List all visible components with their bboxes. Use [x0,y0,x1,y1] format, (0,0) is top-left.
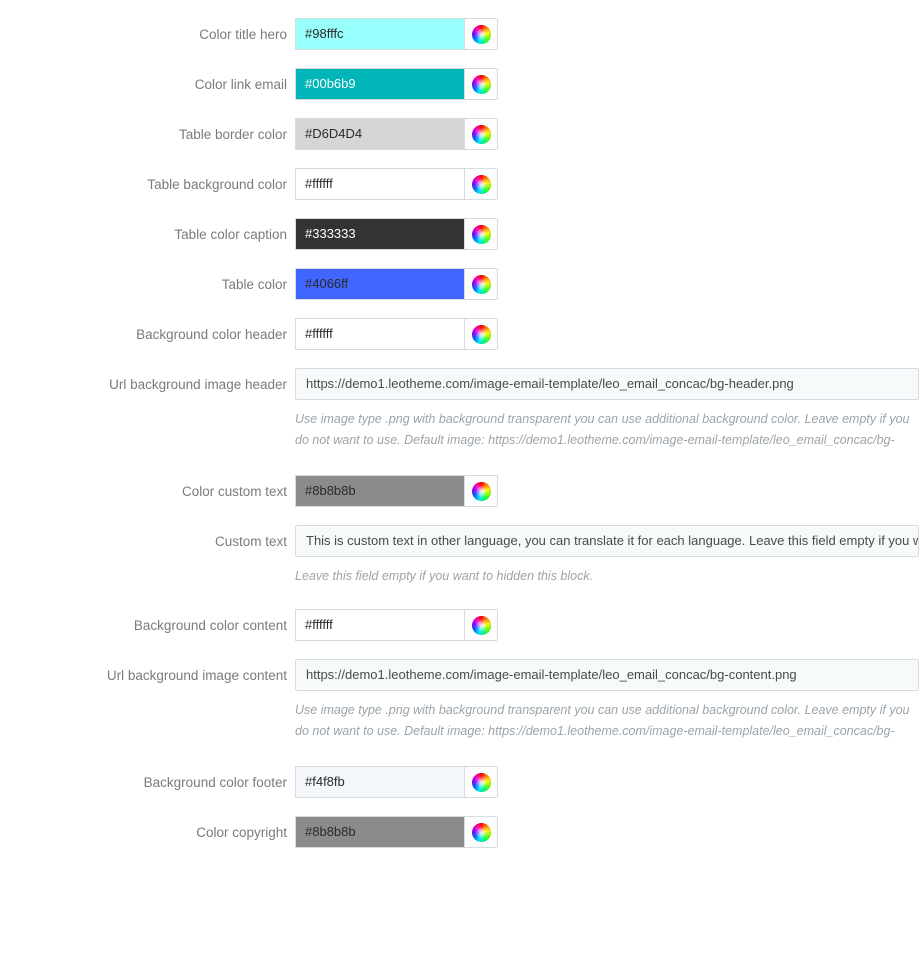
field-label: Custom text [214,534,287,549]
field-label: Color custom text [181,484,287,499]
field-container: #f4f8fb [295,766,924,798]
color-picker-button[interactable] [464,766,498,798]
color-value-input[interactable]: #98fffc [295,18,464,50]
field-label: Table color [221,277,287,292]
form-row: Custom text This is custom text in other … [0,525,924,587]
field-container: #ffffff [295,609,924,641]
field-container: #ffffff [295,168,924,200]
color-picker-button[interactable] [464,118,498,150]
field-label: Table border color [178,127,287,142]
form-row: Color link email #00b6b9 [0,68,924,100]
color-picker-button[interactable] [464,816,498,848]
color-wheel-icon [471,74,491,94]
form-row: Color copyright #8b8b8b [0,816,924,848]
color-value-input[interactable]: #8b8b8b [295,816,464,848]
color-wheel-icon [471,174,491,194]
form-row: Table color #4066ff [0,268,924,300]
color-input-group: #4066ff [295,268,498,300]
color-value-input[interactable]: #333333 [295,218,464,250]
field-label: Background color footer [143,775,287,790]
field-help-text: Leave this field empty if you want to hi… [295,569,594,583]
field-label: Color copyright [196,825,287,840]
field-container: #D6D4D4 [295,118,924,150]
form-row: Color custom text #8b8b8b [0,475,924,507]
color-value-input[interactable]: #ffffff [295,168,464,200]
field-container: #98fffc [295,18,924,50]
field-container: https://demo1.leotheme.com/image-email-t… [295,368,924,453]
text-input[interactable]: https://demo1.leotheme.com/image-email-t… [295,659,919,691]
color-wheel-icon [471,224,491,244]
color-picker-button[interactable] [464,475,498,507]
color-value-input[interactable]: #8b8b8b [295,475,464,507]
color-picker-button[interactable] [464,318,498,350]
form-row: Table color caption #333333 [0,218,924,250]
field-label: Background color content [133,618,287,633]
color-input-group: #ffffff [295,609,498,641]
form-row: Table border color #D6D4D4 [0,118,924,150]
color-wheel-icon [471,822,491,842]
field-label: Table color caption [174,227,287,242]
color-input-group: #D6D4D4 [295,118,498,150]
field-container: #4066ff [295,268,924,300]
field-help-text: Use image type .png with background tran… [295,703,910,738]
field-label: Color title hero [199,27,287,42]
form-row: Background color header #ffffff [0,318,924,350]
color-input-group: #f4f8fb [295,766,498,798]
color-input-group: #ffffff [295,318,498,350]
color-picker-button[interactable] [464,609,498,641]
color-value-input[interactable]: #f4f8fb [295,766,464,798]
form-row: Background color footer #f4f8fb [0,766,924,798]
color-wheel-icon [471,615,491,635]
field-label: Url background image header [109,377,287,392]
field-label: Color link email [194,77,287,92]
color-input-group: #ffffff [295,168,498,200]
form-row: Table background color #ffffff [0,168,924,200]
field-container: #8b8b8b [295,475,924,507]
field-label: Url background image content [106,668,287,683]
form-row: Color title hero #98fffc [0,18,924,50]
field-container: https://demo1.leotheme.com/image-email-t… [295,659,924,744]
field-container: #00b6b9 [295,68,924,100]
field-label: Table background color [147,177,287,192]
field-container: #333333 [295,218,924,250]
color-input-group: #333333 [295,218,498,250]
form-row: Url background image header https://demo1… [0,368,924,453]
color-value-input[interactable]: #ffffff [295,609,464,641]
color-picker-button[interactable] [464,218,498,250]
email-template-settings-form: Color title hero #98fffc Color link email #… [0,0,924,848]
color-picker-button[interactable] [464,168,498,200]
color-input-group: #98fffc [295,18,498,50]
color-input-group: #8b8b8b [295,475,498,507]
color-wheel-icon [471,274,491,294]
text-input[interactable]: https://demo1.leotheme.com/image-email-t… [295,368,919,400]
field-container: This is custom text in other language, y… [295,525,924,587]
color-wheel-icon [471,772,491,792]
color-wheel-icon [471,124,491,144]
color-wheel-icon [471,24,491,44]
text-input[interactable]: This is custom text in other language, y… [295,525,919,557]
color-picker-button[interactable] [464,18,498,50]
form-row: Background color content #ffffff [0,609,924,641]
color-picker-button[interactable] [464,268,498,300]
color-value-input[interactable]: #00b6b9 [295,68,464,100]
field-container: #8b8b8b [295,816,924,848]
color-input-group: #8b8b8b [295,816,498,848]
form-row: Url background image content https://demo… [0,659,924,744]
color-wheel-icon [471,324,491,344]
color-value-input[interactable]: #D6D4D4 [295,118,464,150]
color-value-input[interactable]: #4066ff [295,268,464,300]
color-wheel-icon [471,481,491,501]
field-help-text: Use image type .png with background tran… [295,412,910,447]
field-label: Background color header [136,327,287,342]
color-input-group: #00b6b9 [295,68,498,100]
color-picker-button[interactable] [464,68,498,100]
field-container: #ffffff [295,318,924,350]
color-value-input[interactable]: #ffffff [295,318,464,350]
